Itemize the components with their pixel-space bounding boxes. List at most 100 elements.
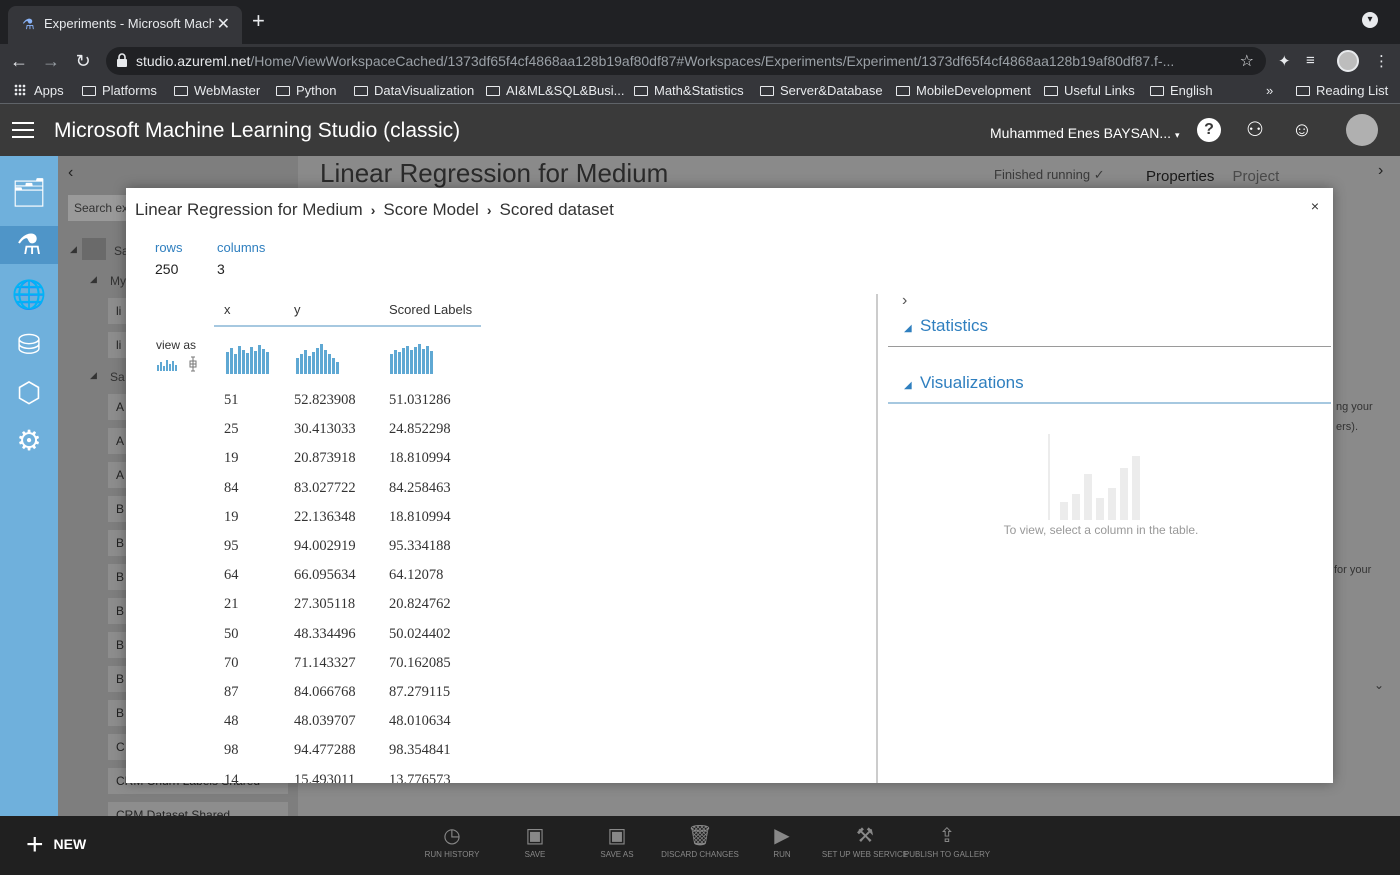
new-tab-icon[interactable]: + (252, 10, 265, 32)
table-cell[interactable]: 95.334188 (389, 538, 451, 555)
table-cell[interactable]: 84.258463 (389, 480, 451, 497)
community-icon[interactable]: ⚇ (1243, 118, 1267, 142)
palette-group[interactable]: Sa (110, 370, 125, 384)
breadcrumb-module[interactable]: Score Model (383, 200, 478, 219)
projects-folder-icon[interactable]: 🗂 (10, 174, 48, 212)
extensions-puzzle-icon[interactable]: ✦ (1278, 52, 1291, 70)
new-button[interactable]: + NEW (26, 830, 86, 860)
address-bar[interactable]: studio.azureml.net/Home/ViewWorkspaceCac… (106, 47, 1266, 75)
table-cell[interactable]: 83.027722 (294, 480, 356, 497)
table-cell[interactable]: 50.024402 (389, 626, 451, 643)
bookmark-folder[interactable]: AI&ML&SQL&Busi... (486, 83, 625, 98)
table-cell[interactable]: 87 (224, 684, 239, 701)
bookmark-apps[interactable]: Apps (14, 83, 64, 98)
table-cell[interactable]: 87.279115 (389, 684, 450, 701)
save-button[interactable]: ▣ SAVE (490, 824, 580, 859)
table-cell[interactable]: 27.305118 (294, 596, 355, 613)
table-cell[interactable]: 21 (224, 596, 239, 613)
bookmark-folder[interactable]: Useful Links (1044, 83, 1135, 98)
expand-triangle-icon[interactable]: ◢ (90, 274, 97, 285)
settings-gear-icon[interactable]: ⚙ (10, 422, 48, 460)
table-cell[interactable]: 14 (224, 772, 239, 783)
table-cell[interactable]: 22.136348 (294, 509, 356, 526)
table-cell[interactable]: 13.776573 (389, 772, 451, 783)
bookmark-star-icon[interactable]: ☆ (1240, 51, 1254, 71)
close-icon[interactable]: × (1311, 198, 1319, 214)
datasets-cylinder-icon[interactable]: ⛁ (10, 326, 48, 364)
user-avatar[interactable] (1346, 114, 1378, 146)
feedback-smiley-icon[interactable]: ☺ (1290, 118, 1314, 142)
table-cell[interactable]: 66.095634 (294, 567, 356, 584)
save-as-button[interactable]: ▣ SAVE AS (572, 824, 662, 859)
bookmark-folder[interactable]: Platforms (82, 83, 157, 98)
experiments-flask-icon[interactable]: ⚗ (0, 226, 58, 264)
boxplot-view-icon[interactable] (189, 356, 197, 372)
expand-panel-icon[interactable]: › (1378, 162, 1383, 180)
tab-search-icon[interactable]: ▾ (1362, 12, 1378, 28)
more-bookmarks-button[interactable]: » (1266, 83, 1273, 98)
bookmark-folder[interactable]: Python (276, 83, 336, 98)
breadcrumb-experiment[interactable]: Linear Regression for Medium (135, 200, 363, 219)
trained-models-cube-icon[interactable]: ⬡ (10, 374, 48, 412)
table-cell[interactable]: 95 (224, 538, 239, 555)
table-cell[interactable]: 20.824762 (389, 596, 451, 613)
profile-avatar[interactable] (1337, 50, 1359, 72)
chevron-down-icon[interactable]: ⌄ (1374, 678, 1384, 692)
table-cell[interactable]: 94.477288 (294, 742, 356, 759)
table-cell[interactable]: 52.823908 (294, 392, 356, 409)
menu-kebab-icon[interactable]: ⋮ (1374, 52, 1389, 70)
column-header-y[interactable]: y (294, 302, 301, 317)
hamburger-menu-icon[interactable] (12, 122, 34, 138)
table-cell[interactable]: 98.354841 (389, 742, 451, 759)
table-cell[interactable]: 24.852298 (389, 421, 451, 438)
expand-triangle-icon[interactable]: ◢ (90, 370, 97, 381)
column-header-scored-labels[interactable]: Scored Labels (389, 302, 472, 317)
palette-search-input[interactable]: Search ex (68, 195, 126, 221)
bookmark-folder[interactable]: WebMaster (174, 83, 260, 98)
table-cell[interactable]: 70 (224, 655, 239, 672)
table-cell[interactable]: 51 (224, 392, 239, 409)
column-histogram-y[interactable] (296, 344, 340, 374)
table-cell[interactable]: 18.810994 (389, 509, 451, 526)
table-cell[interactable]: 50 (224, 626, 239, 643)
table-cell[interactable]: 98 (224, 742, 239, 759)
table-cell[interactable]: 19 (224, 450, 239, 467)
tab-project[interactable]: Project (1233, 168, 1280, 185)
table-cell[interactable]: 25 (224, 421, 239, 438)
table-cell[interactable]: 94.002919 (294, 538, 356, 555)
table-cell[interactable]: 48 (224, 713, 239, 730)
table-cell[interactable]: 64 (224, 567, 239, 584)
table-cell[interactable]: 20.873918 (294, 450, 356, 467)
table-cell[interactable]: 51.031286 (389, 392, 451, 409)
help-icon[interactable]: ? (1197, 118, 1221, 142)
web-services-globe-icon[interactable]: 🌐 (10, 276, 48, 314)
table-cell[interactable]: 48.010634 (389, 713, 451, 730)
table-cell[interactable]: 84 (224, 480, 239, 497)
reload-icon[interactable]: ↻ (72, 50, 94, 72)
table-cell[interactable]: 48.334496 (294, 626, 356, 643)
set-up-web-service-button[interactable]: ⚒ SET UP WEB SERVICE (820, 824, 910, 859)
histogram-view-icon[interactable] (157, 360, 177, 371)
tab-properties[interactable]: Properties (1146, 168, 1214, 185)
column-header-x[interactable]: x (224, 302, 231, 317)
user-menu[interactable]: Muhammed Enes BAYSAN... ▾ (990, 125, 1179, 141)
table-cell[interactable]: 48.039707 (294, 713, 356, 730)
bookmark-folder[interactable]: DataVisualization (354, 83, 474, 98)
table-cell[interactable]: 15.493011 (294, 772, 355, 783)
bookmark-folder[interactable]: English (1150, 83, 1213, 98)
expand-triangle-icon[interactable]: ◢ (70, 244, 77, 255)
run-button[interactable]: ▶ RUN (737, 824, 827, 859)
forward-icon[interactable]: → (40, 50, 62, 72)
media-control-icon[interactable]: ≡ (1306, 52, 1315, 69)
table-cell[interactable]: 70.162085 (389, 655, 451, 672)
discard-changes-button[interactable]: 🗑 DISCARD CHANGES (655, 824, 745, 859)
column-histogram-x[interactable] (226, 344, 270, 374)
reading-list-button[interactable]: Reading List (1296, 83, 1388, 98)
bookmark-folder[interactable]: Server&Database (760, 83, 883, 98)
bookmark-folder[interactable]: MobileDevelopment (896, 83, 1031, 98)
browser-tab[interactable]: ⚗ Experiments - Microsoft Machi ✕ (8, 6, 242, 44)
table-cell[interactable]: 71.143327 (294, 655, 356, 672)
bookmark-folder[interactable]: Math&Statistics (634, 83, 744, 98)
table-cell[interactable]: 64.12078 (389, 567, 443, 584)
palette-group[interactable]: My (110, 274, 126, 288)
